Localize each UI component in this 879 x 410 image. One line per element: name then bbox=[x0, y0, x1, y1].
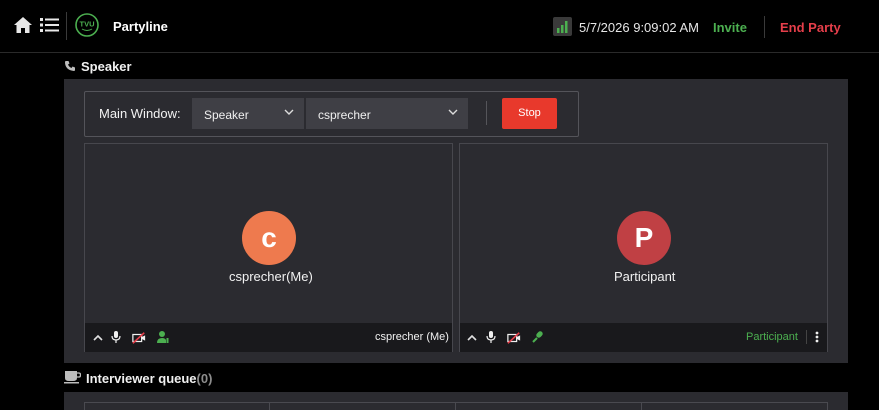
tile-bar-divider bbox=[806, 330, 807, 344]
microphone-active-icon[interactable] bbox=[531, 330, 545, 344]
chevron-up-icon[interactable] bbox=[91, 331, 105, 345]
main-window-user-select[interactable]: csprecher bbox=[306, 98, 468, 129]
header-divider-right bbox=[764, 16, 765, 38]
tile-participant-name: csprecher(Me) bbox=[229, 269, 313, 284]
queue-column-divider bbox=[84, 402, 85, 410]
main-window-label: Main Window: bbox=[99, 106, 181, 121]
current-datetime: 5/7/2026 9:09:02 AM bbox=[579, 20, 699, 35]
microphone-icon[interactable] bbox=[484, 330, 498, 344]
invite-button[interactable]: Invite bbox=[713, 20, 747, 35]
queue-column-divider bbox=[269, 402, 270, 410]
user-select-value: csprecher bbox=[318, 108, 371, 122]
coffee-cup-icon bbox=[64, 371, 81, 384]
user-audio-icon[interactable] bbox=[156, 330, 170, 344]
header-divider bbox=[66, 12, 67, 40]
tile-participant-name: Participant bbox=[614, 269, 676, 284]
chevron-down-icon bbox=[284, 109, 294, 115]
camera-off-icon[interactable] bbox=[507, 331, 521, 345]
app-title: Partyline bbox=[113, 19, 168, 34]
interviewer-queue-panel bbox=[64, 392, 848, 410]
avatar: c bbox=[242, 211, 296, 265]
home-icon[interactable] bbox=[13, 16, 33, 34]
queue-table-header-rule bbox=[84, 402, 828, 403]
stop-button[interactable]: Stop bbox=[502, 98, 557, 129]
mode-select-value: Speaker bbox=[204, 108, 249, 122]
logo-text: TVU bbox=[80, 20, 95, 29]
queue-column-divider bbox=[827, 402, 828, 410]
speaker-section-title: Speaker bbox=[81, 59, 132, 74]
queue-column-divider bbox=[641, 402, 642, 410]
control-bar-divider bbox=[486, 101, 487, 125]
participant-role-label: Participant bbox=[746, 331, 798, 343]
tvu-logo-icon: TVU bbox=[75, 13, 99, 37]
queue-title-text: Interviewer queue bbox=[86, 371, 197, 386]
chevron-down-icon bbox=[448, 109, 458, 115]
avatar: P bbox=[617, 211, 671, 265]
list-icon[interactable] bbox=[40, 17, 59, 33]
end-party-button[interactable]: End Party bbox=[780, 20, 841, 35]
more-options-icon[interactable] bbox=[814, 330, 820, 344]
signal-strength-icon bbox=[553, 17, 572, 36]
chevron-up-icon[interactable] bbox=[465, 331, 479, 345]
phone-icon bbox=[65, 61, 75, 71]
microphone-icon[interactable] bbox=[109, 330, 123, 344]
tile-footer-name: csprecher (Me) bbox=[375, 331, 449, 343]
interviewer-queue-title: Interviewer queue(0) bbox=[86, 371, 212, 386]
queue-column-divider bbox=[455, 402, 456, 410]
queue-count: (0) bbox=[196, 371, 213, 386]
main-window-mode-select[interactable]: Speaker bbox=[192, 98, 304, 129]
camera-off-icon[interactable] bbox=[132, 331, 146, 345]
